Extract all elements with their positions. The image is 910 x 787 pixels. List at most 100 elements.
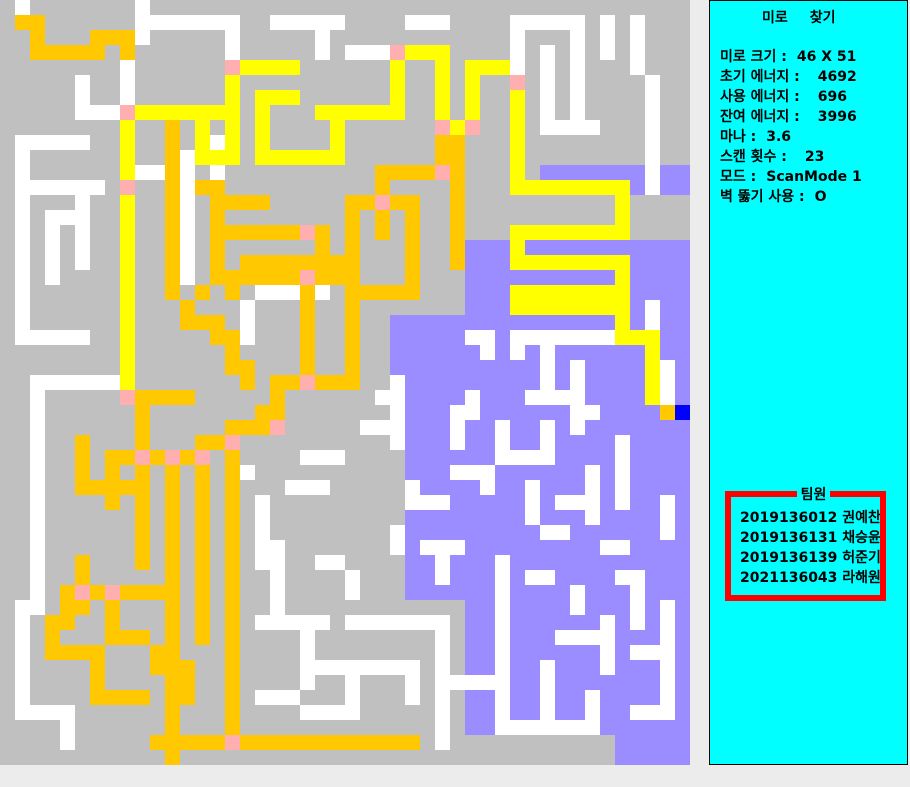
open-cell [375,390,405,405]
open-cell [660,600,675,675]
open-cell [255,495,270,570]
open-cell [630,705,675,720]
current-path-cell [645,390,660,405]
junction-cell [300,270,315,285]
team-member: 2019136012 권예찬 [740,510,881,526]
explored-path-cell [120,30,135,60]
open-cell [630,570,645,630]
open-cell [360,420,390,435]
current-path-cell [510,180,630,195]
junction-cell [120,180,135,195]
explored-path-cell [45,615,75,630]
team-member: 2019136131 채승윤 [740,530,881,546]
junction-cell [300,375,315,390]
open-cell [600,15,615,60]
current-path-cell [120,375,135,390]
open-cell [630,645,660,660]
open-cell [450,420,465,450]
explored-path-cell [90,690,150,705]
explored-path-cell [165,660,195,675]
stat-used-energy: 사용 에너지 : 696 [720,86,847,106]
explored-path-cell [345,195,360,270]
open-cell [120,60,135,105]
stat-label: 미로 크기 : [720,49,787,65]
junction-cell [75,585,90,600]
stat-scan-count: 스캔 횟수 : 23 [720,146,824,166]
open-cell [525,390,570,405]
open-cell [15,135,30,345]
open-cell [315,15,330,60]
info-panel: 미로 찾기 미로 크기 : 46 X 51 초기 에너지 : 4692 사용 에너지 … [709,0,908,765]
explored-path-cell [225,435,240,750]
stat-maze-size: 미로 크기 : 46 X 51 [720,46,856,66]
open-cell [600,540,630,555]
panel-title-part2: 찾기 [809,10,836,26]
player-marker [675,405,690,420]
open-cell [15,600,45,615]
open-cell [660,495,675,540]
explored-path-cell [105,630,150,645]
open-cell [555,630,600,645]
stat-value: 46 X 51 [796,49,857,65]
junction-cell [225,60,240,75]
open-cell [240,300,255,345]
explored-path-cell [225,225,300,240]
explored-path-cell [240,735,420,750]
current-path-cell [615,330,645,345]
junction-cell [165,450,180,465]
scanned-cell [615,720,690,765]
open-cell [300,450,345,465]
junction-cell [435,165,450,180]
open-cell [390,405,405,450]
explored-path-cell [150,585,180,600]
open-cell [540,690,555,735]
open-cell [60,705,75,750]
open-cell [570,360,585,435]
explored-path-cell [240,360,255,390]
open-cell [525,330,615,345]
open-cell [225,15,240,60]
open-cell [540,420,555,465]
status-bar [0,765,910,787]
explored-path-cell [105,450,210,465]
maze-grid [15,0,690,765]
junction-cell [435,120,450,135]
junction-cell [120,390,135,405]
open-cell [270,15,345,30]
explored-path-cell [105,600,120,630]
explored-path-cell [30,45,105,60]
explored-path-cell [195,450,210,645]
junction-cell [195,450,210,465]
stat-value: O [814,189,827,205]
team-member: 2019136139 허준기 [740,550,881,566]
junction-cell [225,735,240,750]
junction-cell [375,195,390,210]
open-cell [15,330,90,345]
stat-label: 초기 에너지 : [720,69,800,85]
stat-value: 3996 [817,109,857,125]
open-cell [240,465,255,480]
open-cell [30,390,45,615]
open-cell [30,555,45,570]
explored-path-cell [195,285,210,300]
explored-path-cell [135,420,150,570]
open-cell [45,270,60,285]
current-path-cell [510,225,630,240]
stat-label: 모드 : [720,169,757,185]
current-path-cell [120,105,135,390]
open-cell [435,555,450,585]
open-cell [345,45,390,60]
open-cell [405,660,420,705]
explored-path-cell [315,375,360,390]
stat-label: 잔여 에너지 : [720,109,800,125]
explored-path-cell [405,195,420,300]
stat-initial-energy: 초기 에너지 : 4692 [720,66,857,86]
junction-cell [105,585,120,600]
current-path-cell [510,75,525,195]
open-cell [345,675,360,720]
open-cell [270,540,285,615]
open-cell [345,570,360,600]
junction-cell [465,120,480,135]
open-cell [495,420,510,465]
team-member: 2021136043 라해원 [740,570,881,586]
